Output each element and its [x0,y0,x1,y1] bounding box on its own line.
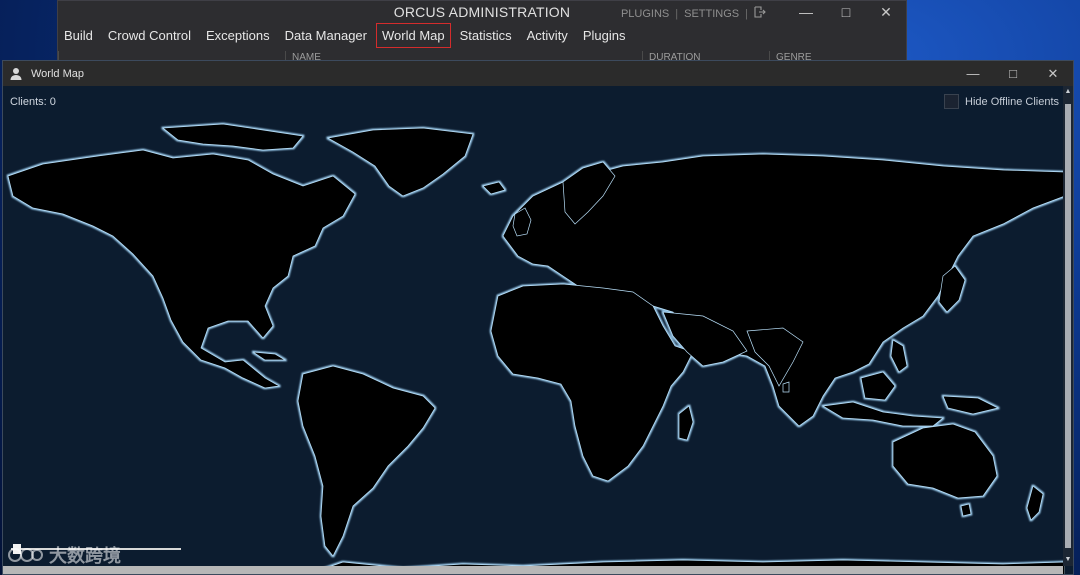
close-icon[interactable]: ✕ [866,1,906,23]
nav-data-manager[interactable]: Data Manager [279,23,373,48]
nav-exceptions[interactable]: Exceptions [200,23,276,48]
admin-links: PLUGINS | SETTINGS | [621,6,766,21]
nav-plugins[interactable]: Plugins [577,23,632,48]
landmass-new-guinea [942,395,1000,415]
nav-build[interactable]: Build [58,23,99,48]
landmass-south-america [297,365,436,557]
landmass-cuba [252,351,287,361]
minimize-icon[interactable]: — [786,1,826,23]
hide-offline-checkbox[interactable] [944,94,960,109]
close-icon[interactable]: ✕ [1033,61,1073,86]
person-icon [9,67,23,81]
horizontal-scrollbar[interactable] [3,566,1063,574]
vertical-scrollbar-thumb[interactable] [1065,104,1071,548]
landmass-north-america [7,149,356,389]
separator: | [675,7,679,20]
world-map[interactable] [3,116,1065,574]
vertical-scrollbar[interactable]: ▲ ▼ [1063,86,1073,566]
world-map-window: World Map — □ ✕ Clients: 0 Hide Offline … [2,60,1074,575]
landmass-philippines [890,339,908,373]
maximize-icon[interactable]: □ [993,61,1033,86]
scroll-down-icon[interactable]: ▼ [1063,554,1073,566]
watermark-text: 大数跨境 [49,546,121,566]
landmass-arctic-islands [162,123,304,151]
admin-window-controls: — □ ✕ [786,1,906,23]
world-map-titlebar[interactable]: World Map — □ ✕ [3,61,1073,86]
plugins-link[interactable]: PLUGINS [621,8,669,20]
nav-crowd-control[interactable]: Crowd Control [102,23,197,48]
maximize-icon[interactable]: □ [826,1,866,23]
admin-nav: Build Crowd Control Exceptions Data Mana… [58,23,634,48]
landmass-africa [490,283,694,482]
nav-activity[interactable]: Activity [521,23,574,48]
landmass-australia [892,423,998,499]
landmass-new-zealand [1026,485,1044,521]
settings-link[interactable]: SETTINGS [684,8,739,20]
landmass-borneo [860,371,896,401]
nav-world-map[interactable]: World Map [376,23,451,48]
landmass-sri-lanka [782,381,790,393]
watermark: 大数跨境 [7,542,121,568]
hide-offline-toggle[interactable]: Hide Offline Clients [944,94,1059,109]
landmass-tasmania [960,503,972,517]
minimize-icon[interactable]: — [953,61,993,86]
scroll-up-icon[interactable]: ▲ [1063,86,1073,98]
hide-offline-label: Hide Offline Clients [965,95,1059,108]
landmass-indonesia [821,401,944,427]
clients-label: Clients: [10,96,47,108]
admin-window: ORCUS ADMINISTRATION PLUGINS | SETTINGS … [57,0,907,62]
logout-icon[interactable] [754,6,766,21]
world-map-title: World Map [31,67,84,80]
watermark-logo [8,548,43,562]
world-map-window-controls: — □ ✕ [953,61,1073,86]
clients-counter: Clients: 0 [10,96,56,108]
map-area[interactable]: Clients: 0 Hide Offline Clients 大数跨境 ▲ ▼ [3,86,1073,574]
nav-statistics[interactable]: Statistics [454,23,518,48]
clients-count: 0 [49,96,56,108]
admin-title: ORCUS ADMINISTRATION [393,4,571,20]
separator: | [745,7,748,20]
landmass-iceland [482,181,506,195]
landmass-greenland [326,127,474,197]
landmass-madagascar [678,405,694,441]
